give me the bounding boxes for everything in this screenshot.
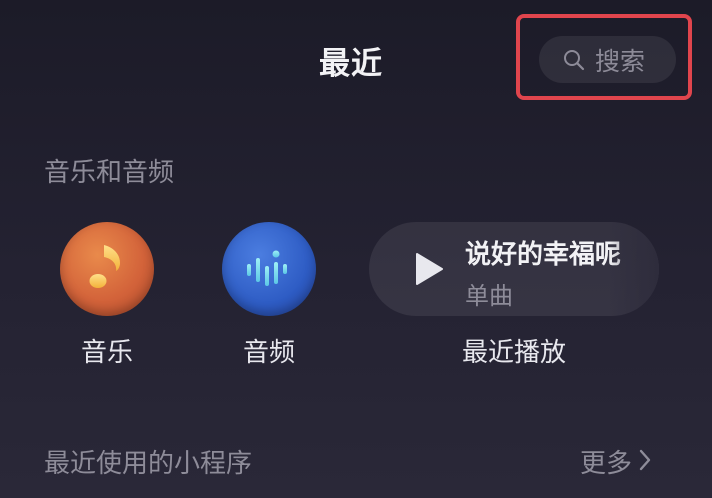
recent-track-card[interactable]: 说好的幸福呢 单曲 — [369, 222, 659, 316]
recent-play-label: 最近播放 — [461, 338, 566, 368]
chevron-right-icon — [632, 448, 652, 476]
search-button[interactable]: 搜索 — [539, 36, 676, 83]
search-icon — [563, 49, 585, 71]
title-fade-overlay — [609, 222, 659, 316]
play-icon — [414, 252, 444, 290]
category-music[interactable]: 音乐 — [47, 222, 167, 369]
category-music-label: 音乐 — [80, 338, 133, 368]
category-audio-label: 音频 — [242, 338, 295, 368]
more-label: 更多 — [580, 449, 633, 479]
section-title-mini-programs: 最近使用的小程序 — [44, 449, 253, 479]
audio-wave-icon — [222, 222, 316, 316]
track-type: 单曲 — [465, 282, 513, 310]
track-title: 说好的幸福呢 — [465, 240, 622, 270]
music-note-icon — [60, 222, 154, 316]
section-title-music-audio: 音乐和音频 — [44, 158, 175, 188]
more-link[interactable]: 更多 — [580, 443, 652, 480]
search-label: 搜索 — [595, 46, 646, 76]
category-audio[interactable]: 音频 — [209, 222, 329, 369]
